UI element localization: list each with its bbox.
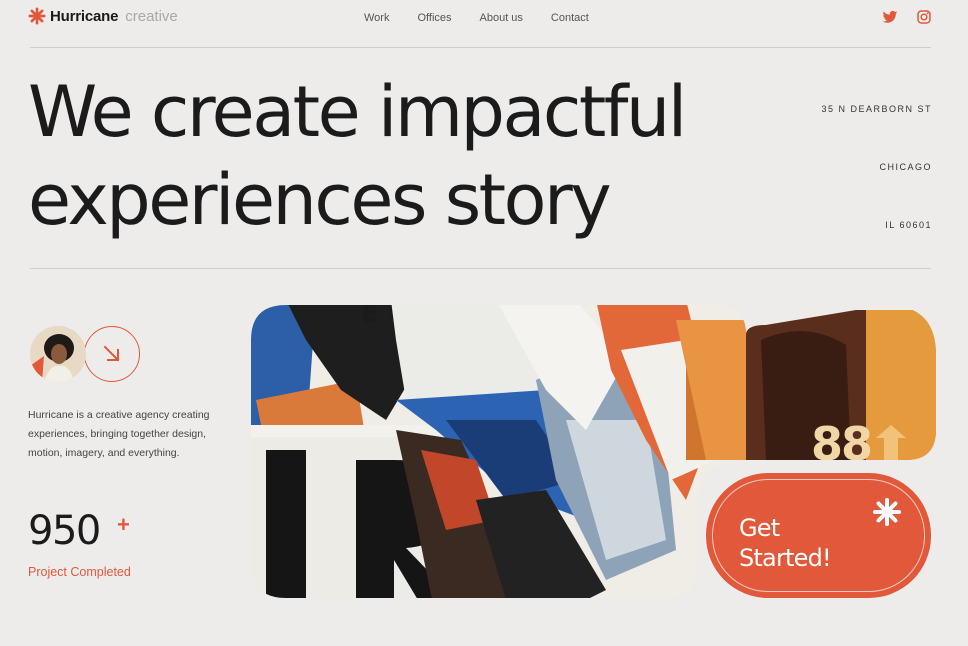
project-count: 950 bbox=[28, 508, 101, 554]
asterisk-icon bbox=[873, 498, 901, 526]
brand-name: Hurricane bbox=[50, 7, 119, 25]
get-started-label: Get Started! bbox=[739, 514, 832, 572]
twitter-icon[interactable] bbox=[882, 9, 898, 25]
project-count-plus: + bbox=[117, 512, 130, 537]
person-photo-icon bbox=[30, 326, 86, 382]
avatar-group bbox=[30, 326, 140, 382]
arrow-down-right-button[interactable] bbox=[84, 326, 140, 382]
address-city: CHICAGO bbox=[879, 162, 932, 172]
social-links bbox=[882, 9, 932, 25]
arrow-down-right-icon bbox=[103, 345, 120, 362]
divider-middle bbox=[30, 268, 931, 269]
avatar bbox=[30, 326, 86, 382]
brand-logo[interactable]: Hurricane creative bbox=[28, 7, 178, 25]
main-menu: Work Offices About us Contact bbox=[364, 12, 589, 24]
project-count-label: Project Completed bbox=[28, 565, 131, 579]
agency-description: Hurricane is a creative agency creating … bbox=[28, 409, 210, 459]
address-zip: IL 60601 bbox=[885, 220, 932, 230]
nav-link-about[interactable]: About us bbox=[480, 12, 523, 24]
instagram-icon[interactable] bbox=[916, 9, 932, 25]
hero-line-2: experiences story bbox=[28, 159, 612, 241]
hero-headline: We create impactful experiences story bbox=[28, 68, 687, 244]
asterisk-logo-icon bbox=[28, 7, 46, 25]
svg-text:88: 88 bbox=[811, 417, 871, 471]
address-street: 35 N DEARBORN ST bbox=[821, 104, 932, 114]
get-started-button[interactable]: Get Started! bbox=[706, 473, 931, 598]
divider-top bbox=[30, 47, 931, 48]
hero-line-1: We create impactful bbox=[28, 71, 687, 153]
brand-subtitle: creative bbox=[125, 7, 178, 25]
top-nav: Hurricane creative Work Offices About us… bbox=[28, 0, 932, 48]
nav-link-work[interactable]: Work bbox=[364, 12, 389, 24]
nav-link-contact[interactable]: Contact bbox=[551, 12, 589, 24]
nav-link-offices[interactable]: Offices bbox=[417, 12, 451, 24]
